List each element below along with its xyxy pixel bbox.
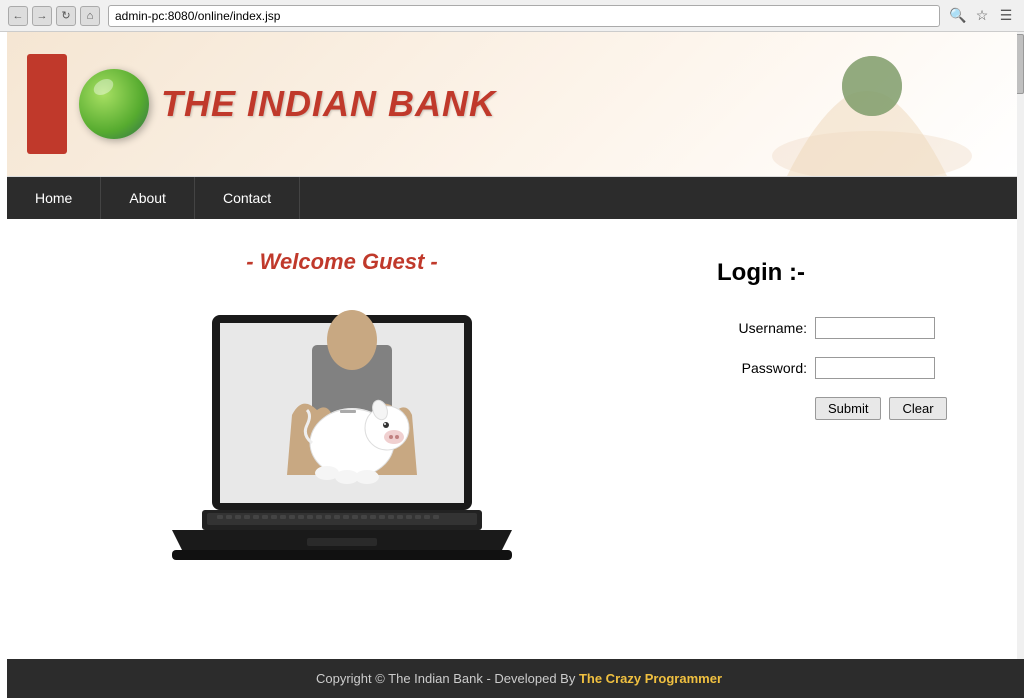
star-icon[interactable]: ☆ bbox=[972, 6, 992, 26]
navigation-bar: Home About Contact bbox=[7, 177, 1017, 219]
menu-icon[interactable]: ☰ bbox=[996, 6, 1016, 26]
search-icon[interactable]: 🔍 bbox=[948, 6, 968, 26]
footer-link[interactable]: The Crazy Programmer bbox=[579, 671, 722, 686]
welcome-text: - Welcome Guest - bbox=[246, 249, 438, 275]
site-wrapper: THE INDIAN BANK Home About Contact - Wel… bbox=[7, 32, 1017, 692]
password-label: Password: bbox=[717, 360, 807, 376]
refresh-button[interactable]: ↻ bbox=[56, 6, 76, 26]
login-title: Login :- bbox=[717, 259, 977, 287]
address-bar[interactable] bbox=[108, 5, 940, 27]
logo-area: THE INDIAN BANK bbox=[27, 54, 496, 154]
site-footer: Copyright © The Indian Bank - Developed … bbox=[7, 659, 1024, 698]
logo-red-accent bbox=[27, 54, 67, 154]
logo-hands-illustration bbox=[747, 36, 997, 176]
nav-item-contact[interactable]: Contact bbox=[195, 177, 300, 219]
nav-item-home[interactable]: Home bbox=[7, 177, 101, 219]
right-section: Login :- Username: Password: Submit Clea… bbox=[677, 239, 1017, 639]
footer-text: Copyright © The Indian Bank - Developed … bbox=[316, 671, 579, 686]
laptop-svg bbox=[152, 295, 532, 605]
laptop-illustration bbox=[152, 295, 532, 605]
submit-button[interactable]: Submit bbox=[815, 397, 881, 420]
username-input[interactable] bbox=[815, 317, 935, 339]
back-button[interactable]: ← bbox=[8, 6, 28, 26]
nav-item-about[interactable]: About bbox=[101, 177, 195, 219]
main-content: - Welcome Guest - bbox=[7, 219, 1017, 659]
username-label: Username: bbox=[717, 320, 807, 336]
username-row: Username: bbox=[717, 317, 977, 339]
left-section: - Welcome Guest - bbox=[7, 239, 677, 639]
password-input[interactable] bbox=[815, 357, 935, 379]
password-row: Password: bbox=[717, 357, 977, 379]
site-header: THE INDIAN BANK bbox=[7, 32, 1017, 177]
logo-globe bbox=[79, 69, 149, 139]
clear-button[interactable]: Clear bbox=[889, 397, 946, 420]
form-buttons: Submit Clear bbox=[815, 397, 977, 420]
browser-toolbar: ← → ↻ ⌂ 🔍 ☆ ☰ bbox=[0, 0, 1024, 32]
logo-title: THE INDIAN BANK bbox=[161, 83, 496, 125]
home-button[interactable]: ⌂ bbox=[80, 6, 100, 26]
forward-button[interactable]: → bbox=[32, 6, 52, 26]
